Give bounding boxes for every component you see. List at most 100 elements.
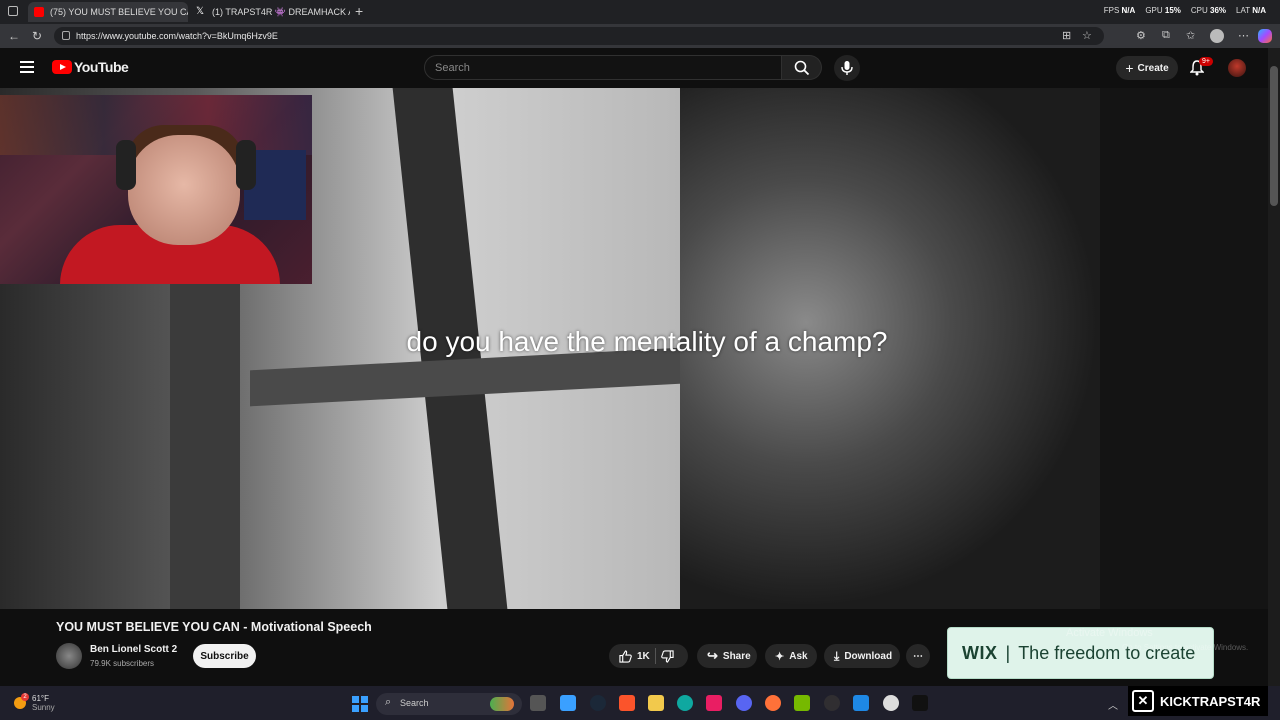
share-button[interactable]: ↪ Share <box>697 644 757 668</box>
video-title: YOU MUST BELIEVE YOU CAN - Motivational … <box>56 620 372 634</box>
like-button[interactable]: 1K <box>619 649 650 663</box>
ad-separator: | <box>1005 642 1011 663</box>
share-label: Share <box>722 650 751 662</box>
channel-avatar[interactable] <box>56 643 82 669</box>
scrollbar-thumb[interactable] <box>1270 66 1278 206</box>
ask-button[interactable]: ✦ Ask <box>765 644 817 668</box>
create-label: Create <box>1137 62 1169 74</box>
taskbar-search-placeholder: Search <box>400 698 429 708</box>
edge-browser-icon[interactable] <box>677 695 693 711</box>
wix-brand: WIX <box>962 642 998 663</box>
url-field[interactable]: https://www.youtube.com/watch?v=BkUmq6Hz… <box>54 27 1104 45</box>
youtube-favicon-icon <box>34 7 44 17</box>
favorite-star-icon[interactable]: ☆ <box>1082 29 1092 42</box>
obs-icon[interactable] <box>824 695 840 711</box>
tray-overflow-icon[interactable]: ︿ <box>1108 697 1118 712</box>
tab-x-twitter[interactable]: 𝕏 (1) TRAPST4R 👾 DREAMHACK AT ✕ <box>190 2 350 22</box>
cpu-value: 36% <box>1210 6 1227 15</box>
page-scrollbar[interactable] <box>1268 48 1280 686</box>
copilot-icon[interactable] <box>1258 29 1272 43</box>
plus-icon: + <box>1125 60 1134 76</box>
youtube-header: YouTube Search + Create 9+ <box>0 48 1268 88</box>
account-avatar[interactable] <box>1228 59 1246 77</box>
windows-taskbar <box>0 686 1280 720</box>
reload-icon[interactable]: ↻ <box>32 29 42 43</box>
kick-stream-overlay: ✕ KICKTRAPST4R <box>1128 686 1268 716</box>
streamer-face <box>128 135 240 245</box>
fps-value: N/A <box>1121 6 1136 15</box>
address-bar-row: ← ↻ https://www.youtube.com/watch?v=BkUm… <box>0 24 1280 48</box>
more-actions-button[interactable]: ⋯ <box>906 644 930 668</box>
new-tab-icon[interactable]: + <box>355 3 363 19</box>
search-highlight-icon <box>490 697 514 711</box>
lat-value: N/A <box>1252 6 1266 15</box>
subscriber-count: 79.9K subscribers <box>90 659 155 668</box>
more-dots-icon: ⋯ <box>913 650 923 662</box>
weather-temp: 61°F <box>32 694 49 703</box>
streamer-webcam-overlay <box>0 95 312 284</box>
video-caption: do you have the mentality of a champ? <box>406 326 888 357</box>
tab-actions-icon[interactable] <box>8 6 18 16</box>
share-icon: ↪ <box>707 648 718 663</box>
youtube-logo-text: YouTube <box>74 59 129 75</box>
gpu-value: 15% <box>1164 6 1181 15</box>
more-options-icon[interactable]: ⋯ <box>1238 29 1249 42</box>
hamburger-menu-icon[interactable] <box>20 61 34 73</box>
tiktok-studio-icon[interactable] <box>706 695 722 711</box>
sparkle-icon: ✦ <box>775 650 785 663</box>
tab-title: (75) YOU MUST BELIEVE YOU CAN <box>50 7 188 17</box>
notepad-icon[interactable] <box>560 695 576 711</box>
headphone-right <box>236 140 256 190</box>
screen-capture-icon[interactable] <box>853 695 869 711</box>
search-placeholder: Search <box>435 62 470 74</box>
split-screen-icon[interactable]: ⧉ <box>1162 29 1170 42</box>
search-input[interactable]: Search <box>424 55 782 80</box>
channel-name[interactable]: Ben Lionel Scott 2 <box>90 644 177 655</box>
youtube-play-icon <box>52 60 72 74</box>
nvidia-icon[interactable] <box>794 695 810 711</box>
back-icon[interactable]: ← <box>8 29 20 43</box>
weather-desc: Sunny <box>32 703 55 712</box>
discord-icon[interactable] <box>736 695 752 711</box>
activate-windows-watermark: Activate Windows <box>1066 627 1153 639</box>
tiktok-icon[interactable] <box>912 695 928 711</box>
firefox-icon[interactable] <box>765 695 781 711</box>
thumbs-up-icon <box>619 649 632 663</box>
lat-label: LAT <box>1236 6 1250 15</box>
ask-label: Ask <box>789 650 808 662</box>
notification-badge: 9+ <box>1199 57 1213 66</box>
gpu-label: GPU <box>1145 6 1163 15</box>
subscribe-button[interactable]: Subscribe <box>193 644 256 668</box>
app-available-icon[interactable]: ⊞ <box>1062 29 1071 42</box>
url-text: https://www.youtube.com/watch?v=BkUmq6Hz… <box>76 31 278 41</box>
favorites-icon[interactable]: ✩ <box>1186 29 1195 42</box>
file-explorer-icon[interactable] <box>648 695 664 711</box>
extension-icon[interactable]: ⚙ <box>1136 29 1146 42</box>
headphone-left <box>116 140 136 190</box>
search-button[interactable] <box>782 55 822 80</box>
voice-search-button[interactable] <box>834 55 860 81</box>
taskbar-search-input[interactable]: ⌕ Search <box>376 693 522 715</box>
task-view-icon[interactable] <box>530 695 546 711</box>
steam-icon[interactable] <box>590 695 606 711</box>
fps-label: FPS <box>1103 6 1120 15</box>
stream-overlay-text: KICKTRAPST4R <box>1160 693 1261 709</box>
download-button[interactable]: ⤓ Download <box>824 644 900 668</box>
activate-windows-subtext: Go to Settings to activate Windows. <box>1122 643 1249 652</box>
secondary-column <box>1100 88 1268 609</box>
windows-start-icon[interactable] <box>352 696 368 712</box>
thumbs-down-icon[interactable] <box>660 649 674 663</box>
like-dislike-group: 1K <box>609 644 688 668</box>
taskbar-search-icon: ⌕ <box>385 696 392 708</box>
brave-browser-icon[interactable] <box>619 695 635 711</box>
x-logo-icon: ✕ <box>1132 690 1154 712</box>
download-label: Download <box>844 650 893 662</box>
create-button[interactable]: + Create <box>1116 56 1178 80</box>
profile-icon[interactable] <box>1210 29 1224 43</box>
chrome-icon[interactable] <box>883 695 899 711</box>
weather-badge: 2 <box>21 693 29 701</box>
tab-title: (1) TRAPST4R 👾 DREAMHACK AT <box>212 6 350 17</box>
tab-youtube[interactable]: (75) YOU MUST BELIEVE YOU CAN ✕ <box>28 2 188 22</box>
microphone-icon <box>841 61 853 75</box>
youtube-logo[interactable]: YouTube <box>50 59 129 75</box>
